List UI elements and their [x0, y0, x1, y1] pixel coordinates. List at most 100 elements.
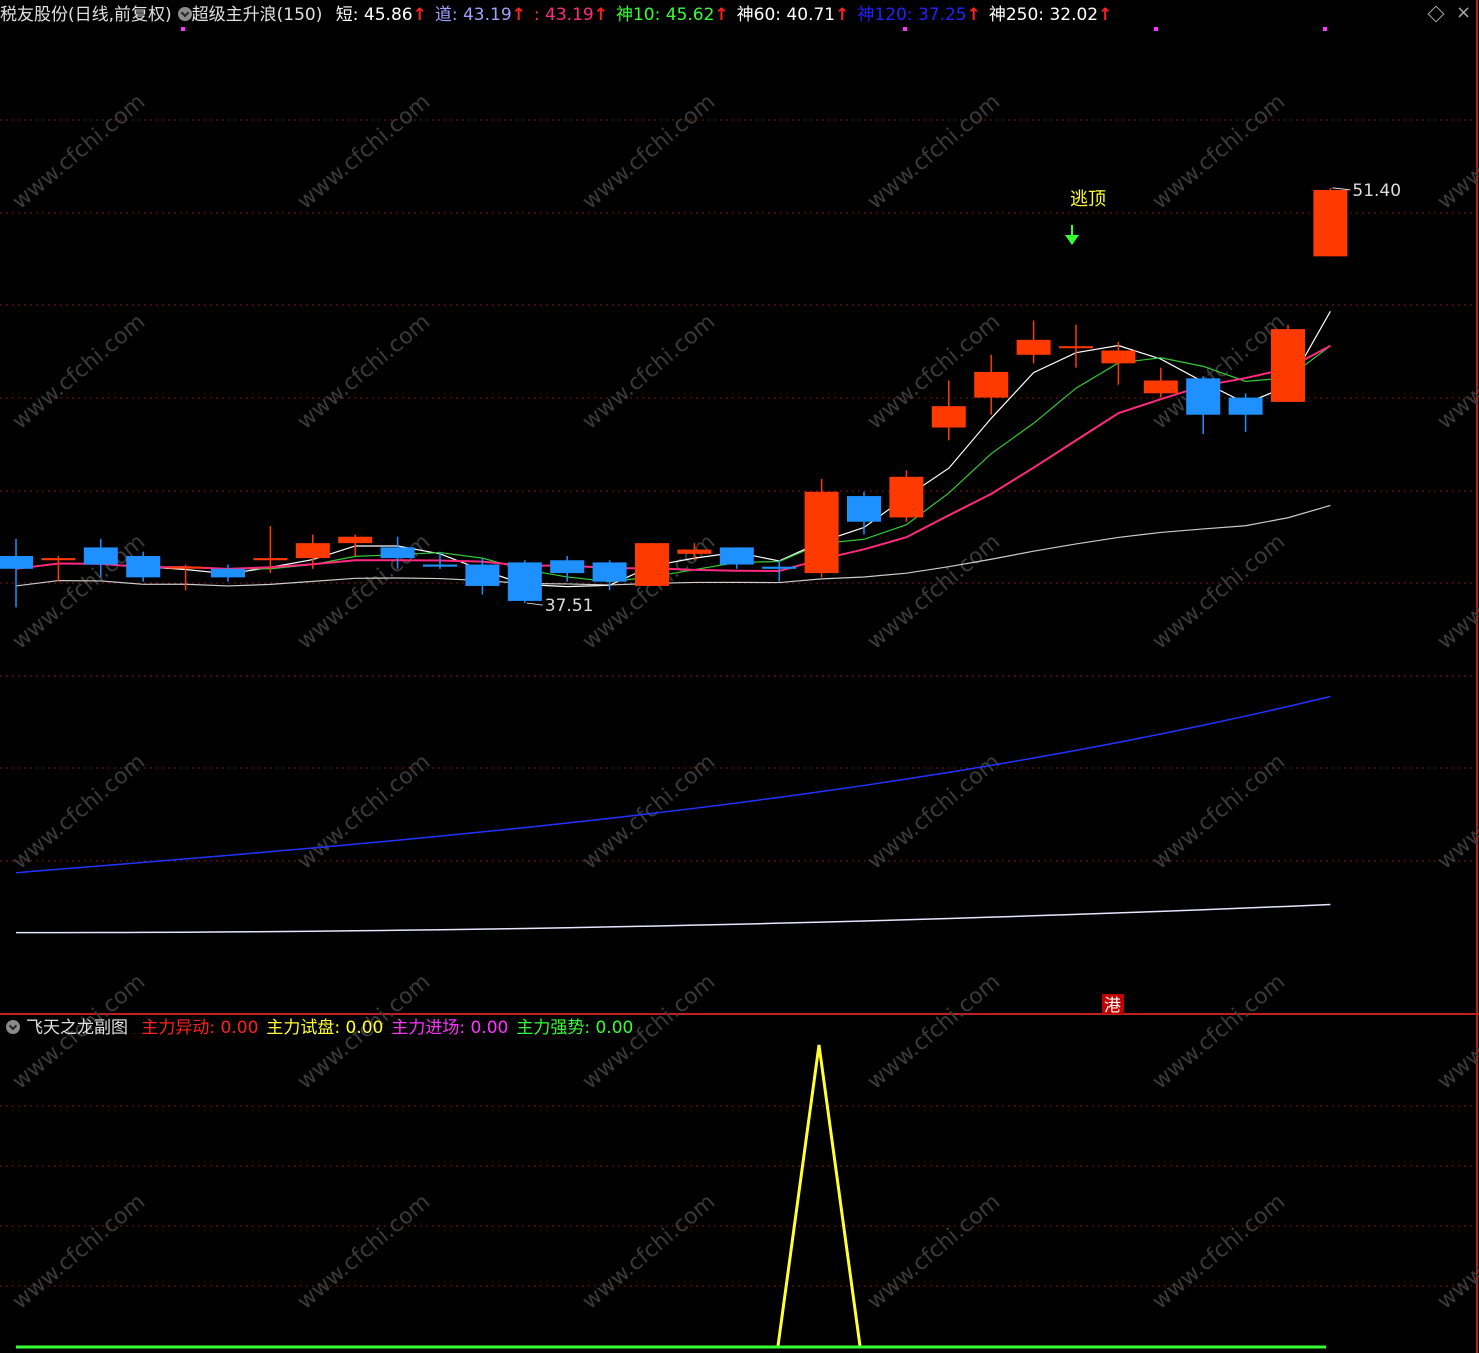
high-label: 51.40	[1352, 181, 1401, 201]
watermark-text: www.cfchi.com	[578, 89, 720, 214]
high-pointer	[1332, 187, 1351, 191]
candle-body	[83, 547, 118, 565]
indicator-value-6: 神250: 32.02	[988, 5, 1099, 25]
watermark-text: www.cfchi.com	[863, 1189, 1005, 1314]
annotations: 51.40 37.51 逃顶港	[181, 27, 1401, 1016]
main-force-trial-line	[776, 1044, 862, 1347]
candle-body	[41, 558, 76, 561]
candle-body	[507, 562, 542, 601]
watermark-text: www.cfchi.com	[863, 749, 1005, 874]
candle-body	[423, 564, 457, 567]
indicator-value-3: 神10: 45.62	[615, 5, 715, 25]
indicator-value-5: 神120: 37.25	[857, 5, 967, 25]
candle-body	[804, 491, 839, 574]
gang-label: 港	[1104, 996, 1121, 1016]
watermark-text: www.cfchi.com	[293, 749, 435, 874]
sub-indicator-dropdown-icon[interactable]	[6, 1020, 20, 1034]
watermark-text: www.cfchi.com	[293, 1189, 435, 1314]
watermark-text: www.cfchi.com	[8, 89, 150, 214]
watermark-text: www.cfchi.com	[8, 1189, 150, 1314]
candle-body	[635, 543, 669, 586]
watermark-text: www.cfchi.com	[1433, 529, 1479, 654]
watermark-text: www.cfchi.com	[8, 309, 150, 434]
candle-body	[126, 555, 161, 578]
sub-value-2: 主力进场: 0.00	[391, 1018, 509, 1038]
escape-top-label: 逃顶	[1070, 189, 1106, 210]
low-label: 37.51	[545, 596, 594, 616]
indicator-value-0: 短: 45.86	[335, 5, 413, 25]
watermark-text: www.cfchi.com	[863, 529, 1005, 654]
candle-body	[1016, 339, 1051, 355]
up-arrow-icon: ↑	[593, 5, 608, 25]
indicator-value-4: 神60: 40.71	[736, 5, 836, 25]
candle-body	[847, 496, 881, 522]
sub-value-0: 主力异动: 0.00	[141, 1018, 259, 1038]
indicator-value-1: 道: 43.19	[434, 5, 512, 25]
up-arrow-icon: ↑	[1098, 5, 1113, 25]
low-pointer	[526, 602, 543, 606]
candle-body	[338, 536, 373, 544]
watermark-text: www.cfchi.com	[1148, 89, 1290, 214]
up-arrow-icon: ↑	[412, 5, 427, 25]
sub-title[interactable]: 飞天之龙副图	[26, 1018, 128, 1038]
sub-chart	[16, 1044, 1326, 1349]
indicator-dropdown-icon[interactable]	[177, 7, 192, 21]
candle-body	[1059, 346, 1093, 349]
watermark-text: www.cfchi.com	[1433, 1189, 1479, 1314]
chart-canvas[interactable]: www.cfchi.com www.cfchi.com www.cfchi.com w…	[0, 0, 1479, 1353]
gridlines	[0, 0, 1479, 1353]
candle-body	[889, 476, 924, 518]
down-arrow-icon	[1065, 235, 1079, 245]
ma-250-line	[15, 903, 1331, 934]
watermark-text: www.cfchi.com	[863, 89, 1005, 214]
watermark-text: www.cfchi.com	[1433, 309, 1479, 434]
watermark-text: www.cfchi.com	[293, 309, 435, 434]
watermark-text: www.cfchi.com	[1433, 749, 1479, 874]
main-header: 税友股份(日线,前复权) 超级主升浪(150) 短: 45.86↑ 道: 43.19…	[0, 0, 1479, 30]
up-arrow-icon: ↑	[835, 5, 850, 25]
candle-body	[974, 371, 1009, 398]
candle-body	[168, 566, 203, 569]
candle-body	[1271, 329, 1305, 402]
indicator-values: 短: 45.86↑ 道: 43.19↑: 43.19↑ 神10: 45.62↑ 神60…	[328, 5, 1113, 25]
close-icon[interactable]: ×	[1456, 2, 1471, 23]
candle-body	[1186, 378, 1221, 415]
candle-body	[253, 558, 288, 561]
watermark-text: www.cfchi.com	[578, 1189, 720, 1314]
ma-10-line	[15, 345, 1331, 583]
candle-body	[295, 543, 330, 559]
candle-body	[592, 562, 627, 582]
watermark-text: www.cfchi.com	[293, 89, 435, 214]
ma-dao-line	[15, 344, 1331, 572]
up-arrow-icon: ↑	[714, 5, 729, 25]
sub-value-1: 主力试盘: 0.00	[266, 1018, 384, 1038]
watermark-text: www.cfchi.com	[1433, 89, 1479, 214]
candle-body	[1313, 189, 1348, 257]
stock-name[interactable]: 税友股份(日线,前复权)	[0, 5, 172, 25]
watermark-text: www.cfchi.com	[578, 309, 720, 434]
candle-body	[931, 406, 966, 428]
indicator-name[interactable]: 超级主升浪(150)	[192, 5, 323, 25]
moving-average-lines	[15, 310, 1331, 934]
candle-body	[677, 549, 712, 554]
candle-body	[465, 564, 500, 586]
watermark-text: www.cfchi.com	[8, 529, 150, 654]
up-arrow-icon: ↑	[966, 5, 981, 25]
sub-value-3: 主力强势: 0.00	[516, 1018, 634, 1038]
candle-body	[380, 547, 415, 559]
candle-body	[211, 568, 245, 578]
watermark-text: www.cfchi.com	[1148, 1189, 1290, 1314]
watermarks: www.cfchi.com www.cfchi.com www.cfchi.com w…	[8, 89, 1479, 1314]
up-arrow-icon: ↑	[511, 5, 526, 25]
indicator-value-2: : 43.19	[533, 5, 594, 25]
candle-body	[550, 560, 585, 574]
sub-indicator-values: 主力异动: 0.00 主力试盘: 0.00 主力进场: 0.00 主力强势: 0.00	[133, 1018, 633, 1038]
candle-body	[1101, 350, 1136, 364]
candle-body	[1228, 397, 1263, 415]
candle-body	[0, 555, 33, 569]
sub-header: 飞天之龙副图 主力异动: 0.00 主力试盘: 0.00 主力进场: 0.00 主力强…	[0, 1014, 1479, 1042]
candle-body	[762, 566, 797, 569]
candle-body	[719, 547, 754, 565]
watermark-text: www.cfchi.com	[1148, 529, 1290, 654]
candle-body	[1143, 380, 1178, 394]
